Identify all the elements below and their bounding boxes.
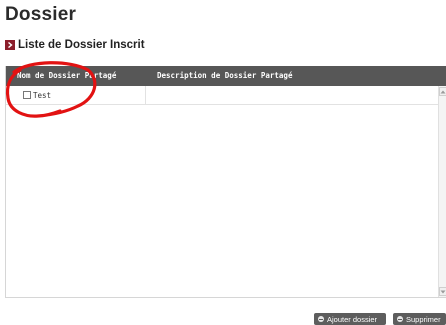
column-divider [145, 86, 146, 105]
add-folder-label: Ajouter dossier [327, 314, 378, 324]
column-header-description[interactable]: Description de Dossier Partagé [157, 71, 292, 80]
plus-circle-icon [318, 316, 324, 322]
section-title: Liste de Dossier Inscrit [18, 39, 145, 51]
folder-table: Nom de Dossier Partagé Description de Do… [5, 66, 446, 298]
table-header: Nom de Dossier Partagé Description de Do… [6, 66, 446, 86]
chevron-right-icon [5, 40, 15, 50]
table-row[interactable]: Test [6, 86, 438, 105]
column-header-name[interactable]: Nom de Dossier Partagé [17, 71, 116, 80]
minus-circle-icon [397, 316, 403, 322]
row-checkbox[interactable] [23, 91, 31, 99]
page-title: Dossier [5, 4, 77, 25]
delete-label: Supprimer [406, 314, 441, 324]
add-folder-button[interactable]: Ajouter dossier [314, 313, 386, 325]
row-folder-name: Test [33, 91, 52, 100]
section-header: Liste de Dossier Inscrit [5, 39, 145, 51]
delete-button[interactable]: Supprimer [393, 313, 446, 325]
arrow-down-icon[interactable] [439, 287, 446, 296]
arrow-up-icon[interactable] [439, 87, 446, 96]
table-scrollbar[interactable] [438, 86, 446, 297]
